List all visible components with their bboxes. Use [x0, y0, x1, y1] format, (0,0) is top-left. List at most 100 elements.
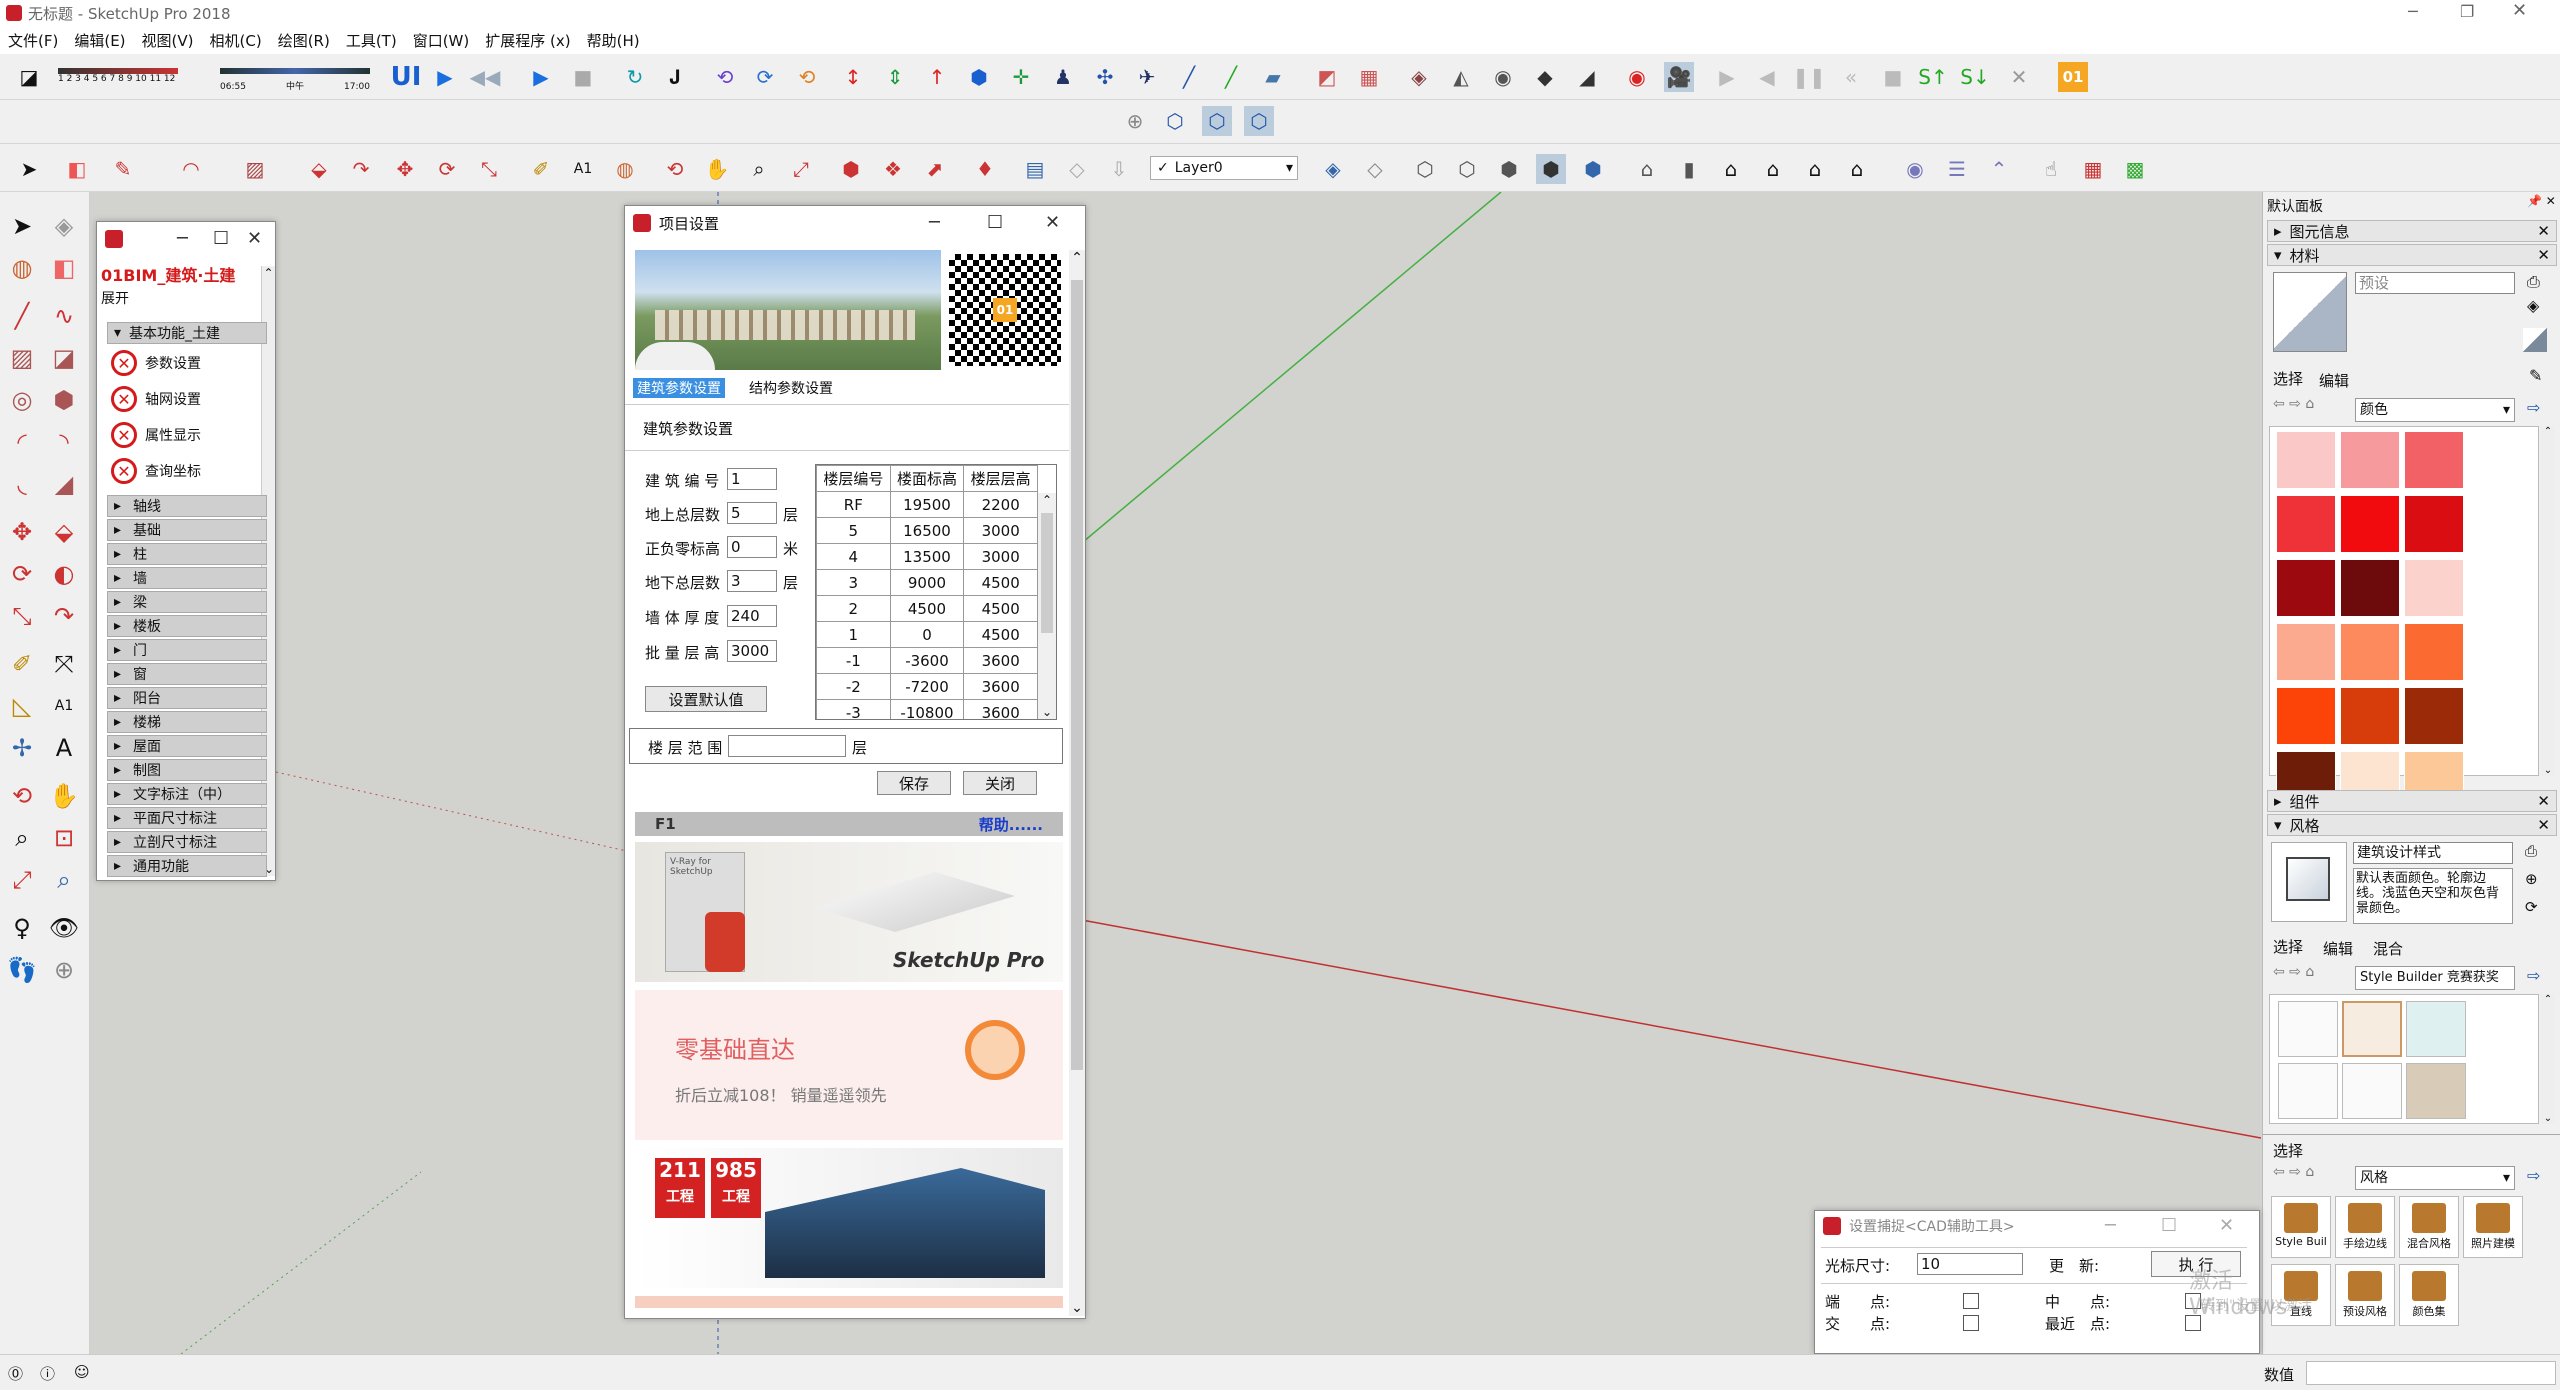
house-left-icon[interactable]: ⌂ — [1800, 154, 1830, 184]
section-column[interactable]: ▸ 柱 — [107, 543, 267, 565]
style-refresh-icon[interactable]: ⟳ — [2525, 898, 2538, 916]
protractor-tool-icon[interactable]: ◺ — [2, 686, 42, 726]
text-tool-icon[interactable]: 𝐉 — [660, 62, 690, 92]
styles-details-icon[interactable]: ⇨ — [2527, 966, 2540, 985]
color-swatch[interactable] — [2404, 559, 2464, 617]
link-icon-1[interactable]: ⟲ — [710, 62, 740, 92]
zoom-window-icon[interactable]: ⊡ — [44, 818, 84, 858]
select-arrow-icon[interactable]: ➤ — [14, 154, 44, 184]
style-thumb-6[interactable] — [2406, 1063, 2466, 1119]
floor-row[interactable]: -3 -10800 3600 — [816, 699, 1038, 719]
measurements-input[interactable] — [2306, 1361, 2556, 1385]
default-material-icon[interactable] — [2523, 328, 2547, 352]
color-swatch[interactable] — [2404, 623, 2464, 681]
style-thumb-2[interactable] — [2342, 1001, 2402, 1057]
batch-height-input[interactable]: 3000 — [727, 640, 777, 662]
plugin-green-icon[interactable]: ▩ — [2120, 154, 2150, 184]
color-swatch[interactable] — [2276, 495, 2336, 553]
color-swatch[interactable] — [2340, 431, 2400, 489]
rewind-icon[interactable]: ◀◀ — [470, 62, 501, 92]
floor-row[interactable]: 4 13500 3000 — [816, 543, 1038, 570]
eyedropper-icon[interactable]: ✎ — [2529, 366, 2542, 385]
color-swatch[interactable] — [2340, 623, 2400, 681]
zoom-extents-tool-icon[interactable]: ⤢ — [2, 860, 42, 900]
3dtext-tool-icon[interactable]: A — [44, 728, 84, 768]
rotated-rect-icon[interactable]: ◪ — [44, 338, 84, 378]
section-roof[interactable]: ▸ 屋面 — [107, 735, 267, 757]
house-back-icon[interactable]: ⌂ — [1758, 154, 1788, 184]
color-swatch[interactable] — [2276, 431, 2336, 489]
section-plane-icon[interactable]: ▤ — [1020, 154, 1050, 184]
rotate-tool-icon[interactable]: ⟳ — [2, 554, 42, 594]
wireframe-icon[interactable]: ⬡ — [1410, 154, 1440, 184]
section-tool-icon[interactable]: ⊕ — [44, 950, 84, 990]
endpoint-checkbox[interactable] — [1963, 1293, 1979, 1309]
house-right-icon[interactable]: ⌂ — [1842, 154, 1872, 184]
move-icon[interactable]: ✥ — [390, 154, 420, 184]
swatch-scrollbar[interactable]: ⌃ ⌄ — [2541, 426, 2555, 776]
style-thumb-5[interactable] — [2342, 1063, 2402, 1119]
grad-cap-icon[interactable]: ⌃ — [1984, 154, 2014, 184]
house-side-icon[interactable]: ▮ — [1674, 154, 1704, 184]
material-library-select[interactable]: 颜色 ▾ — [2355, 398, 2515, 422]
axes-tool-icon[interactable]: ✢ — [2, 728, 42, 768]
paint-tool-icon[interactable]: ◍ — [2, 248, 42, 288]
minimize-icon[interactable]: ─ — [2408, 2, 2418, 21]
below-floors-input[interactable]: 3 — [727, 570, 777, 592]
arc2-tool-icon[interactable]: ◝ — [44, 422, 84, 462]
menu-extensions[interactable]: 扩展程序 (x) — [485, 30, 570, 51]
materials-header[interactable]: ▾ 材料 ✕ — [2267, 244, 2557, 266]
wall-thickness-input[interactable]: 240 — [727, 605, 777, 627]
style-folder-item[interactable]: 照片建模 — [2463, 1196, 2523, 1258]
color-swatch[interactable] — [2404, 495, 2464, 553]
floor-row[interactable]: -1 -3600 3600 — [816, 647, 1038, 674]
walk-tool-icon[interactable]: 👣 — [2, 950, 42, 990]
above-floors-input[interactable]: 5 — [727, 502, 777, 524]
shadow-toggle-icon[interactable]: ◪ — [14, 62, 44, 92]
menu-file[interactable]: 文件(F) — [8, 30, 58, 51]
floor-row[interactable]: 5 16500 3000 — [816, 517, 1038, 544]
menu-draw[interactable]: 绘图(R) — [278, 30, 330, 51]
move-vertical-icon[interactable]: ↕ — [838, 62, 868, 92]
record-icon[interactable]: ◉ — [1622, 62, 1652, 92]
info-icon[interactable]: ⓘ — [40, 1363, 55, 1384]
style-create-icon[interactable]: ⊕ — [2525, 870, 2538, 888]
rect-tool-icon[interactable]: ▨ — [2, 338, 42, 378]
pen-blue-icon[interactable]: ╱ — [1174, 62, 1204, 92]
user-icon[interactable]: ☺ — [74, 1363, 90, 1381]
freehand-tool-icon[interactable]: ∿ — [44, 296, 84, 336]
hidden-line-icon[interactable]: ⬡ — [1452, 154, 1482, 184]
style-folder-item[interactable]: 混合风格 — [2399, 1196, 2459, 1258]
tool-grid-settings[interactable]: ✕ 轴网设置 — [107, 382, 257, 416]
style-description[interactable]: 默认表面颜色。轮廓边线。浅蓝色天空和灰色背景颜色。 — [2353, 868, 2513, 924]
floor-row[interactable]: RF 19500 2200 — [816, 491, 1038, 518]
color-swatch[interactable] — [2340, 559, 2400, 617]
zero-elev-input[interactable]: 0 — [727, 536, 777, 558]
restore-icon[interactable]: ❐ — [2460, 2, 2474, 21]
section-display-icon[interactable]: ◇ — [1062, 154, 1092, 184]
circle-tool-icon[interactable]: ◎ — [2, 380, 42, 420]
cad-close-icon[interactable]: ✕ — [2219, 1215, 2234, 1236]
play-bar-icon[interactable]: ▶ — [526, 62, 556, 92]
arc3-tool-icon[interactable]: ◟ — [2, 464, 42, 504]
geo-location-icon[interactable]: ⓪ — [8, 1363, 23, 1384]
floor-row[interactable]: 2 4500 4500 — [816, 595, 1038, 622]
pencil-icon[interactable]: ✎ — [108, 154, 138, 184]
project-close-icon[interactable]: ✕ — [1045, 212, 1060, 233]
styles2-details-icon[interactable]: ⇨ — [2527, 1166, 2540, 1185]
s-up-icon[interactable]: S↑ — [1918, 62, 1948, 92]
color-swatch[interactable] — [2276, 623, 2336, 681]
section-text-annotation[interactable]: ▸ 文字标注（中） — [107, 783, 267, 805]
green-arrow-icon[interactable]: ⇕ — [880, 62, 910, 92]
eraser-icon[interactable]: ◧ — [62, 154, 92, 184]
pan-icon[interactable]: ✋ — [702, 154, 732, 184]
move-tool-icon[interactable]: ✥ — [2, 512, 42, 552]
arc-tool-icon[interactable]: ◜ — [2, 422, 42, 462]
ui-button[interactable]: UI — [386, 62, 426, 92]
bim-close-icon[interactable]: ✕ — [247, 228, 262, 249]
section-elev-dim[interactable]: ▸ 立剖尺寸标注 — [107, 831, 267, 853]
link-icon-3[interactable]: ⟲ — [792, 62, 822, 92]
section-basic[interactable]: ▾ 基本功能_土建 — [107, 322, 267, 344]
shaded-texture-icon[interactable]: ⬢ — [1536, 154, 1566, 184]
dimension-tool-icon[interactable]: ⤧ — [44, 644, 84, 684]
